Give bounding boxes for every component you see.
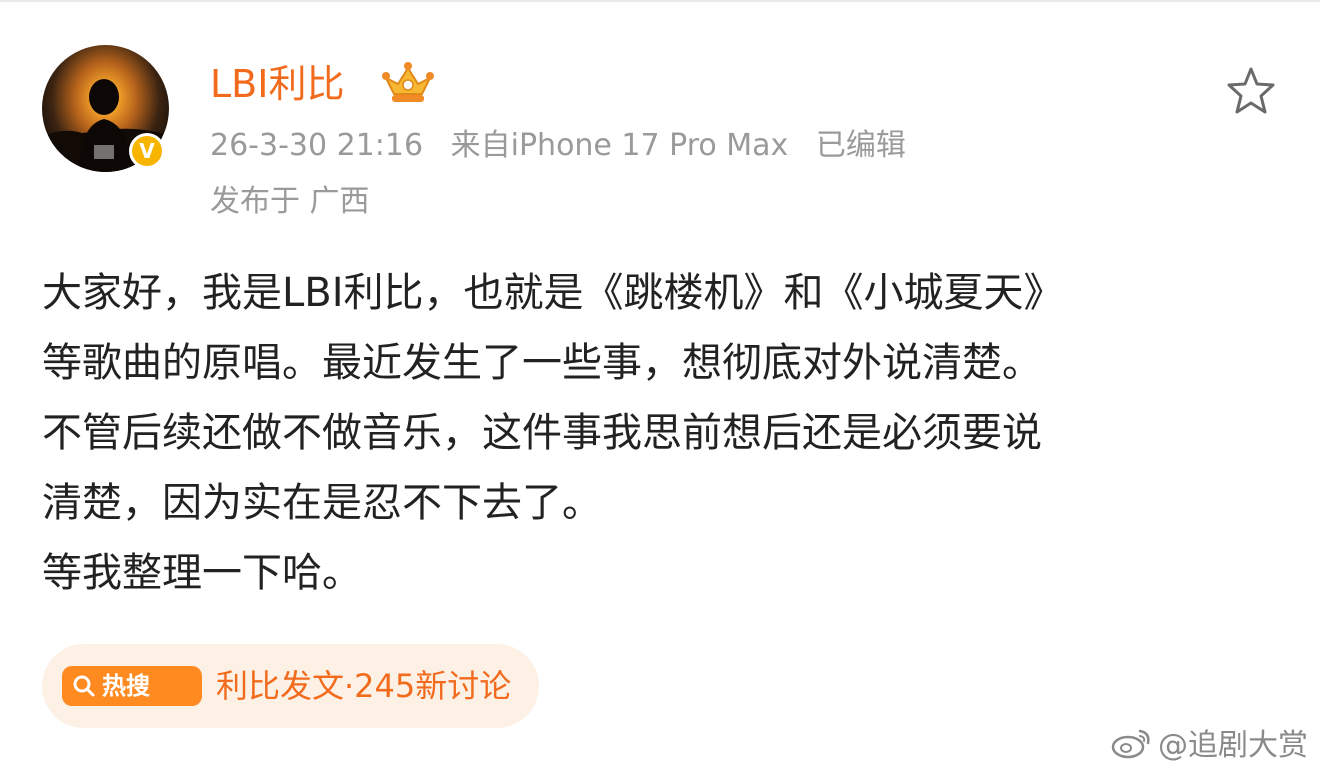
crown-icon[interactable] <box>378 58 438 108</box>
hot-topic-text[interactable]: 利比发文·245新讨论 <box>216 644 511 728</box>
post-body-line: 清楚，因为实在是忍不下去了。 <box>42 480 602 526</box>
verified-badge: V <box>129 133 165 169</box>
hot-badge-label: 热搜 <box>102 672 150 700</box>
post-location: 发布于 广西 <box>210 184 370 219</box>
watermark-text: @追剧大赏 <box>1158 728 1308 763</box>
post-device: 来自iPhone 17 Pro Max <box>450 128 789 163</box>
post-meta: 26-3-30 21:16 来自iPhone 17 Pro Max 已编辑 <box>210 124 924 168</box>
post-body-line: 不管后续还做不做音乐，这件事我思前想后还是必须要说 <box>42 410 1042 456</box>
post-body: 大家好，我是LBI利比，也就是《跳楼机》和《小城夏天》 等歌曲的原唱。最近发生了… <box>42 258 1282 608</box>
weibo-logo-icon <box>1111 729 1150 759</box>
post-body-line: 等我整理一下哈。 <box>42 550 362 596</box>
top-divider <box>0 0 1320 2</box>
watermark: @追剧大赏 <box>1110 720 1308 764</box>
author-name[interactable]: LBI利比 <box>210 58 344 110</box>
edited-label[interactable]: 已编辑 <box>816 128 906 163</box>
hot-search-badge: 热搜 <box>62 666 202 706</box>
post-body-line: 大家好，我是LBI利比，也就是《跳楼机》和《小城夏天》 <box>42 270 1064 316</box>
star-outline-icon[interactable] <box>1224 64 1278 118</box>
hot-topic-chip[interactable]: 热搜 利比发文·245新讨论 <box>42 644 539 728</box>
post-body-line: 等歌曲的原唱。最近发生了一些事，想彻底对外说清楚。 <box>42 340 1042 386</box>
post-timestamp: 26-3-30 21:16 <box>210 128 424 163</box>
search-icon <box>73 675 95 697</box>
